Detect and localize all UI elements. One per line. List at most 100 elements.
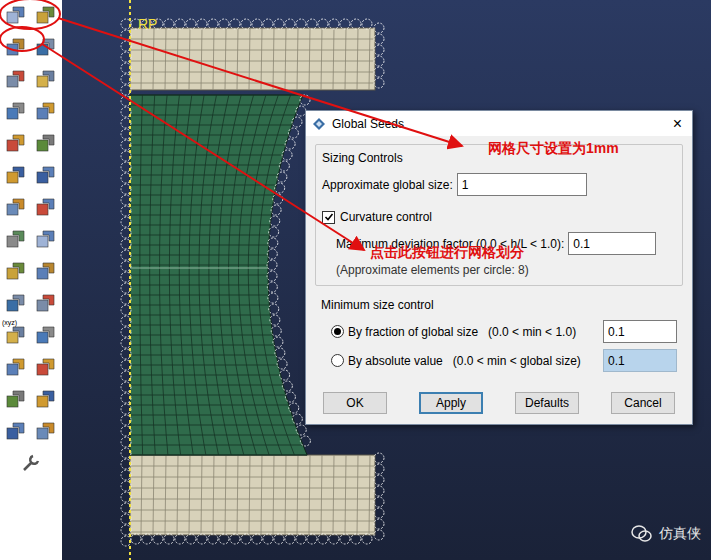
- group-label: Minimum size control: [321, 296, 677, 314]
- tool-icon: [5, 132, 27, 154]
- tool-icon: [35, 36, 57, 58]
- tool-icon: [5, 100, 27, 122]
- wechat-icon: [631, 525, 653, 543]
- minimum-size-group: Minimum size control By fraction of globa…: [315, 286, 683, 372]
- tool-button[interactable]: [34, 259, 58, 283]
- tool-icon: [5, 356, 27, 378]
- text-field[interactable]: 0.1: [568, 232, 656, 255]
- dialog-button[interactable]: Defaults: [515, 392, 579, 414]
- tool-button[interactable]: [4, 195, 28, 219]
- tool-button[interactable]: [4, 291, 28, 315]
- wrench-icon: [21, 453, 41, 473]
- tool-icon: [5, 260, 27, 282]
- tool-button[interactable]: [4, 67, 28, 91]
- toolbox-row: [4, 195, 58, 219]
- checkbox-box[interactable]: [322, 211, 335, 224]
- tool-button[interactable]: [4, 35, 28, 59]
- elements-note: (Approximate elements per circle: 8): [322, 261, 676, 279]
- tool-icon: [35, 388, 57, 410]
- toolbox-row: [4, 131, 58, 155]
- dialog-button[interactable]: Apply: [419, 392, 483, 414]
- tool-button[interactable]: [34, 99, 58, 123]
- tool-icon: [35, 4, 57, 26]
- annotation-text: 网格尺寸设置为1mm: [488, 138, 619, 159]
- tool-button[interactable]: [4, 227, 28, 251]
- specimen-mesh: [130, 95, 307, 455]
- tool-icon: [5, 196, 27, 218]
- text-field[interactable]: 0.1: [603, 320, 677, 343]
- toolbox-row: [4, 35, 58, 59]
- radio-range: (0.0 < min < 1.0): [482, 323, 599, 341]
- tool-button[interactable]: [34, 3, 58, 27]
- tool-icon: [35, 164, 57, 186]
- viewport[interactable]: RPGlobal Seeds×Sizing ControlsApproximat…: [62, 0, 711, 560]
- toolbox-row: [4, 99, 58, 123]
- tool-button[interactable]: [34, 355, 58, 379]
- toolbox-row: [4, 419, 58, 443]
- tool-button[interactable]: [4, 387, 28, 411]
- tool-icon: [5, 324, 27, 346]
- radio-option[interactable]: By absolute value(0.0 < min < global siz…: [321, 349, 677, 372]
- radio-label: By absolute value: [348, 352, 443, 370]
- toolbox-row: [4, 227, 58, 251]
- tool-button[interactable]: [4, 355, 28, 379]
- tool-icon: [35, 132, 57, 154]
- grip-mesh: [130, 28, 375, 90]
- tool-icon: [5, 228, 27, 250]
- tool-button[interactable]: [4, 419, 28, 443]
- dialog-button[interactable]: Cancel: [611, 392, 675, 414]
- radio-option[interactable]: By fraction of global size(0.0 < min < 1…: [321, 320, 677, 343]
- tool-button[interactable]: [34, 67, 58, 91]
- button-row: OK Apply Defaults Cancel: [315, 372, 683, 414]
- tool-button[interactable]: [34, 387, 58, 411]
- tool-icon: [35, 420, 57, 442]
- text-field[interactable]: 0.1: [603, 349, 677, 372]
- tool-button[interactable]: [4, 131, 28, 155]
- close-button[interactable]: ×: [669, 116, 686, 132]
- abaqus-screen: (xyz)RPGlobal Seeds×Sizing ControlsAppro…: [0, 0, 711, 560]
- curvature-checkbox[interactable]: Curvature control: [322, 208, 676, 226]
- tool-icon: [35, 68, 57, 90]
- dialog-button[interactable]: OK: [323, 392, 387, 414]
- checkbox-label: Curvature control: [340, 208, 432, 226]
- annotation-arrows: [0, 0, 711, 560]
- toolbox-row: (xyz): [4, 323, 58, 347]
- tool-icon: [35, 260, 57, 282]
- tool-icon: [35, 356, 57, 378]
- tool-button[interactable]: [4, 3, 28, 27]
- tool-button[interactable]: [34, 163, 58, 187]
- radio-dot: [334, 328, 341, 335]
- field-label: Approximate global size:: [322, 176, 453, 194]
- tool-button[interactable]: (xyz): [4, 323, 28, 347]
- tool-button[interactable]: [34, 227, 58, 251]
- global-seeds-dialog: Global Seeds×Sizing ControlsApproximate …: [305, 110, 693, 425]
- tool-button[interactable]: [4, 99, 28, 123]
- radio-circle[interactable]: [331, 325, 344, 338]
- toolbox-row: [4, 3, 58, 27]
- tool-button[interactable]: [4, 259, 28, 283]
- toolbox-row: [4, 387, 58, 411]
- tool-icon: [5, 36, 27, 58]
- tool-icon: [35, 100, 57, 122]
- tool-icon: [5, 420, 27, 442]
- toolbox-row: [4, 291, 58, 315]
- tool-button[interactable]: [34, 35, 58, 59]
- tool-button[interactable]: [34, 291, 58, 315]
- toolbox-row: [4, 259, 58, 283]
- reference-point-label: RP: [138, 17, 157, 31]
- toolbox: (xyz): [0, 0, 62, 560]
- tool-button[interactable]: [34, 323, 58, 347]
- tool-icon: [5, 388, 27, 410]
- tool-button[interactable]: [34, 195, 58, 219]
- radio-circle[interactable]: [331, 354, 344, 367]
- tool-button[interactable]: [34, 419, 58, 443]
- tool-icon: [35, 196, 57, 218]
- tool-button[interactable]: [4, 163, 28, 187]
- tool-button[interactable]: [34, 131, 58, 155]
- radio-label: By fraction of global size: [348, 323, 478, 341]
- tool-icon: [5, 4, 27, 26]
- toolbox-row: [4, 355, 58, 379]
- tool-button[interactable]: [19, 451, 43, 475]
- dialog-title: Global Seeds: [332, 115, 663, 133]
- text-field[interactable]: 1: [457, 173, 587, 196]
